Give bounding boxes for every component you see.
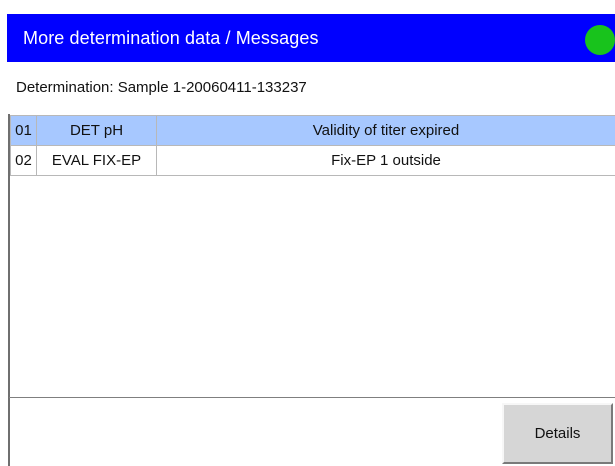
message-code: DET pH — [36, 115, 157, 146]
determination-label: Determination: Sample 1-20060411-133237 — [16, 79, 307, 96]
details-button[interactable]: Details — [502, 403, 613, 464]
message-number: 02 — [10, 145, 37, 176]
messages-table: 01 DET pH Validity of titer expired 02 E… — [10, 115, 615, 176]
message-text: Validity of titer expired — [156, 115, 615, 146]
window-title: More determination data / Messages — [23, 28, 319, 48]
footer-divider — [9, 397, 615, 398]
message-code: EVAL FIX-EP — [36, 145, 157, 176]
message-text: Fix-EP 1 outside — [156, 145, 615, 176]
status-light-icon — [585, 25, 615, 55]
message-number: 01 — [10, 115, 37, 146]
message-row[interactable]: 01 DET pH Validity of titer expired — [10, 115, 615, 146]
message-row[interactable]: 02 EVAL FIX-EP Fix-EP 1 outside — [10, 145, 615, 176]
messages-screen: More determination data / Messages Deter… — [0, 0, 615, 466]
title-bar: More determination data / Messages — [7, 14, 615, 62]
